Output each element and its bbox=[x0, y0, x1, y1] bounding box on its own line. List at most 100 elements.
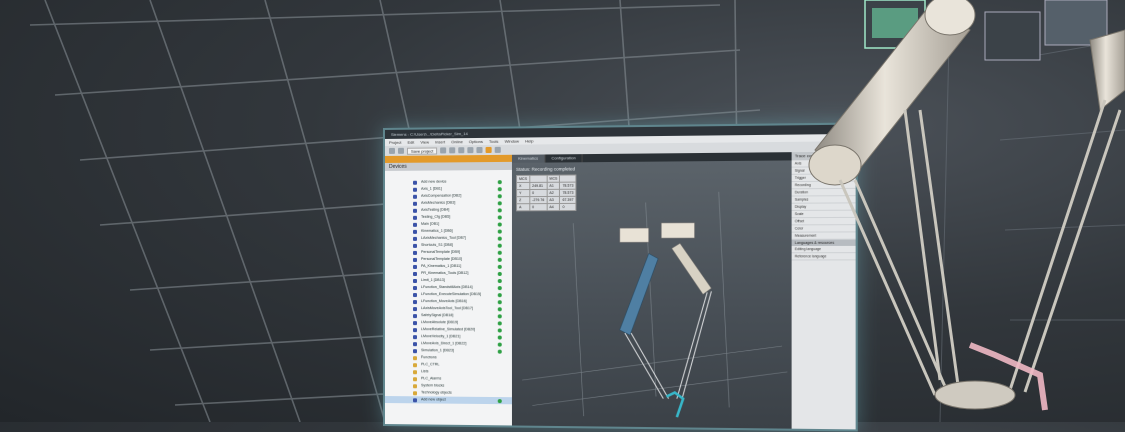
status-ok-icon bbox=[497, 250, 502, 255]
robot-3d-model bbox=[620, 223, 712, 418]
tree-item-label: AxisTesting [DB4] bbox=[421, 207, 450, 212]
folder-icon bbox=[412, 390, 418, 395]
tree-item-label: PLC_Alarms bbox=[421, 376, 442, 381]
properties-panel: Trace configuration Axis Signal Trigger Rec… bbox=[791, 151, 856, 430]
status-ok-icon bbox=[497, 221, 502, 227]
tree-item-label: Testing_Cfg [DB5] bbox=[421, 214, 451, 219]
tree-item-label: LFunction_StandstillAxis [DB14] bbox=[421, 285, 473, 290]
data-block-icon bbox=[412, 187, 418, 192]
go-online-icon[interactable] bbox=[485, 146, 492, 154]
tree-item-label: SafetySignal [DB18] bbox=[421, 313, 454, 318]
status-ok-icon bbox=[497, 214, 502, 219]
folder-icon bbox=[412, 362, 418, 367]
undo-icon[interactable] bbox=[467, 147, 474, 154]
tree-item-label: Functions bbox=[421, 355, 437, 360]
status-ok-icon bbox=[497, 398, 502, 403]
status-ok-icon bbox=[497, 292, 502, 297]
tree-item-label: Kinematics_1 [DB6] bbox=[421, 228, 453, 233]
tree-item[interactable]: PA_Kinematics_1 [DB11] bbox=[385, 263, 512, 270]
status-ok-icon bbox=[497, 313, 502, 318]
status-ok-icon bbox=[497, 257, 502, 262]
menu-item-project[interactable]: Project bbox=[389, 139, 401, 146]
status-ok-icon bbox=[497, 243, 502, 248]
tree-item-label: Main [OB1] bbox=[421, 221, 440, 226]
data-block-icon bbox=[412, 194, 418, 199]
data-block-icon bbox=[412, 243, 418, 248]
robot-3d-preview bbox=[512, 160, 793, 428]
menu-item-view[interactable]: View bbox=[420, 139, 429, 146]
tree-item-label: PR_Kinematics_Tools [DB12] bbox=[421, 270, 469, 275]
tree-item-label: LAxisMoveAxisTool_Tool [DB17] bbox=[421, 306, 473, 311]
data-block-icon bbox=[412, 250, 418, 255]
menu-item-help[interactable]: Help bbox=[525, 137, 533, 144]
menu-item-insert[interactable]: Insert bbox=[435, 138, 445, 145]
tree-item-label: Shortcuts_S1 [DB8] bbox=[421, 242, 453, 247]
paste-icon[interactable] bbox=[458, 147, 465, 154]
new-project-icon[interactable] bbox=[388, 147, 395, 154]
status-ok-icon bbox=[497, 236, 502, 241]
menu-item-tools[interactable]: Tools bbox=[489, 138, 498, 145]
data-block-icon bbox=[412, 278, 418, 283]
tree-item-label: Limit_1 [DB13] bbox=[421, 278, 445, 283]
data-block-icon bbox=[412, 201, 418, 206]
data-block-icon bbox=[412, 320, 418, 325]
data-block-icon bbox=[412, 341, 418, 346]
tree-item-label: Lists bbox=[421, 369, 429, 374]
data-block-icon bbox=[412, 397, 418, 402]
data-block-icon bbox=[412, 348, 418, 353]
data-block-icon bbox=[412, 222, 418, 227]
folder-icon bbox=[412, 355, 418, 360]
status-ok-icon bbox=[497, 186, 502, 191]
language-row[interactable]: Editing language bbox=[791, 245, 856, 254]
data-block-icon bbox=[412, 236, 418, 241]
tree-item-label: LMoveVelocity_1 [DB21] bbox=[421, 334, 461, 339]
menu-item-window[interactable]: Window bbox=[505, 138, 519, 145]
status-ok-icon bbox=[497, 320, 502, 325]
menu-item-options[interactable]: Options bbox=[469, 138, 483, 145]
data-block-icon bbox=[412, 208, 418, 213]
tab-kinematics[interactable]: Kinematics bbox=[511, 154, 546, 163]
copy-icon[interactable] bbox=[449, 147, 456, 154]
status-ok-icon bbox=[497, 306, 502, 311]
status-ok-icon bbox=[497, 193, 502, 198]
data-block-icon bbox=[412, 334, 418, 339]
kinematics-viewport[interactable]: Kinematics Configuration Status: Recordi… bbox=[511, 152, 793, 429]
status-ok-icon bbox=[497, 179, 502, 184]
tree-item[interactable]: Add new object bbox=[384, 396, 512, 405]
language-row[interactable]: Reference language bbox=[791, 253, 856, 261]
redo-icon[interactable] bbox=[476, 147, 483, 154]
folder-icon bbox=[412, 376, 418, 381]
folder-icon bbox=[412, 383, 418, 388]
open-project-icon[interactable] bbox=[397, 147, 404, 154]
tree-item-label: Add new device bbox=[421, 179, 447, 184]
data-block-icon bbox=[412, 292, 418, 297]
folder-icon bbox=[412, 369, 418, 374]
status-ok-icon bbox=[497, 335, 502, 340]
project-tree-list: Add new device Axis_1 [DB1] AxisCompensati… bbox=[384, 170, 512, 405]
menu-item-edit[interactable]: Edit bbox=[407, 139, 414, 146]
tree-item-label: LMoveAxis_Direct_1 [DB22] bbox=[421, 341, 467, 346]
robot-preview-gripper bbox=[666, 392, 683, 417]
tree-item-label: Add new object bbox=[421, 397, 446, 402]
cut-icon[interactable] bbox=[440, 147, 447, 154]
data-block-icon bbox=[412, 257, 418, 262]
tree-item-label: LMoveAbsolute [DB19] bbox=[421, 320, 459, 325]
tree-item-label: PLC_CTRL bbox=[421, 362, 440, 367]
project-tree: Devices Add new device Axis_1 [DB1] AxisCo… bbox=[384, 154, 512, 426]
data-block-icon bbox=[412, 306, 418, 311]
tree-item-label: Axis_1 [DB1] bbox=[421, 186, 442, 191]
go-offline-icon[interactable] bbox=[494, 146, 502, 153]
data-block-icon bbox=[412, 215, 418, 220]
status-ok-icon bbox=[497, 278, 502, 283]
data-block-icon bbox=[412, 229, 418, 234]
tree-item-label: PA_Kinematics_1 [DB11] bbox=[421, 263, 462, 268]
tree-item[interactable]: Limit_1 [DB13] bbox=[385, 277, 512, 284]
tree-item-label: LFunction_MoveAxis [DB16] bbox=[421, 299, 467, 304]
tree-item-label: PersonalTemplate [DB10] bbox=[421, 256, 463, 261]
save-project-button[interactable]: Save project bbox=[406, 146, 438, 155]
data-block-icon bbox=[412, 327, 418, 332]
tree-item[interactable]: PR_Kinematics_Tools [DB12] bbox=[385, 270, 512, 277]
menu-item-online[interactable]: Online bbox=[451, 138, 463, 145]
robot-preview-motor-left bbox=[620, 228, 649, 242]
robot-preview-arm-right bbox=[672, 243, 712, 294]
